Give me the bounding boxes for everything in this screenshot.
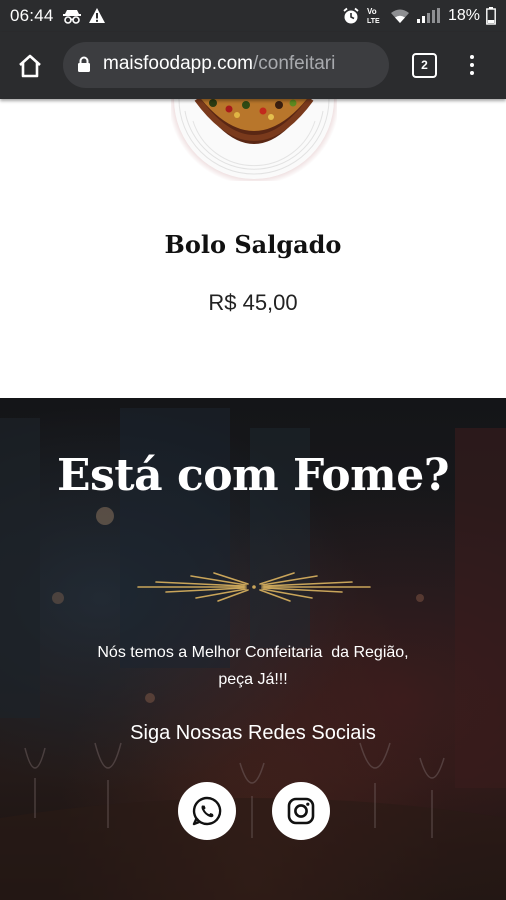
tab-switcher-button[interactable]: 2 bbox=[412, 53, 437, 78]
lock-icon bbox=[78, 56, 90, 72]
alarm-icon bbox=[343, 7, 359, 24]
address-bar[interactable]: maisfoodapp.com/confeitari bbox=[63, 42, 389, 88]
battery-percent: 18% bbox=[447, 7, 480, 24]
svg-text:LTE: LTE bbox=[367, 18, 380, 25]
hero-description: Nós temos a Melhor Confeitaria da Região… bbox=[40, 639, 466, 693]
product-image[interactable] bbox=[171, 99, 337, 181]
url-host: maisfoodapp.com bbox=[103, 53, 253, 74]
hero-description-line2: peça Já!!! bbox=[218, 671, 288, 688]
status-left-icons bbox=[62, 7, 106, 25]
product-name: Bolo Salgado bbox=[164, 230, 342, 259]
instagram-button[interactable] bbox=[272, 782, 330, 840]
overflow-menu-icon[interactable] bbox=[467, 52, 477, 78]
status-right-icons: Vo LTE 18% bbox=[342, 6, 496, 26]
hero-title: Está com Fome? bbox=[57, 450, 450, 501]
incognito-icon bbox=[63, 10, 81, 24]
home-icon[interactable] bbox=[16, 52, 44, 80]
signal-icon bbox=[416, 8, 440, 23]
status-bar: 06:44 Vo LTE 18% bbox=[0, 0, 506, 32]
url-path: /confeitari bbox=[252, 53, 336, 74]
whatsapp-button[interactable] bbox=[178, 782, 236, 840]
status-time: 06:44 bbox=[10, 6, 54, 25]
url-text: maisfoodapp.com/confeitari bbox=[103, 53, 335, 75]
volte-icon: Vo LTE bbox=[367, 7, 380, 25]
wifi-icon bbox=[390, 9, 409, 23]
battery-icon bbox=[486, 7, 496, 25]
svg-text:Vo: Vo bbox=[367, 7, 377, 16]
social-section-title: Siga Nossas Redes Sociais bbox=[130, 722, 376, 744]
browser-toolbar: maisfoodapp.com/confeitari 2 bbox=[0, 32, 506, 99]
product-card: Bolo Salgado R$ 45,00 bbox=[0, 99, 506, 398]
hero-banner: Está com Fome? Nós temos a Melhor Confei… bbox=[0, 398, 506, 900]
whatsapp-icon bbox=[192, 796, 222, 826]
instagram-icon bbox=[287, 797, 315, 825]
warning-icon bbox=[89, 8, 105, 23]
product-price: R$ 45,00 bbox=[208, 290, 298, 315]
gold-divider-ornament bbox=[137, 572, 371, 602]
hero-description-line1: Nós temos a Melhor Confeitaria da Região… bbox=[97, 644, 409, 661]
